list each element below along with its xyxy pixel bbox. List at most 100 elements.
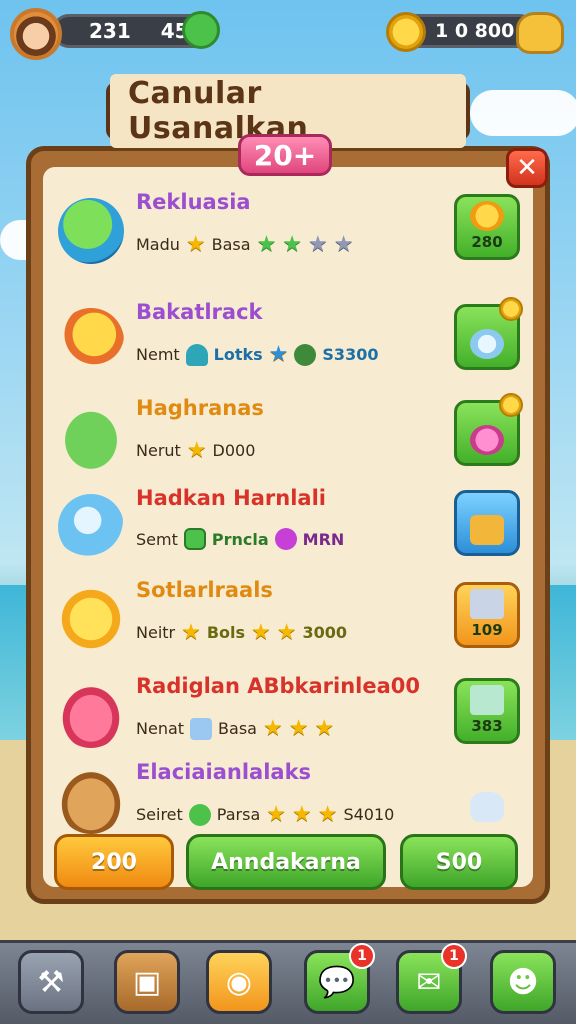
gem-icon (294, 343, 317, 366)
buy-button[interactable]: 383 (454, 678, 520, 744)
buy-button[interactable]: 109 (454, 582, 520, 648)
brush-button[interactable] (454, 764, 520, 830)
envelope-icon: ✉ (416, 964, 442, 1000)
mail-tool-button[interactable]: ✉ 1 (396, 943, 467, 1014)
item-name: Radiglan ABbkarinlea00 (136, 674, 421, 698)
detail-text: Bols (206, 623, 246, 642)
coin-badge-icon (499, 297, 523, 321)
detail-label: Nenat (136, 719, 185, 738)
detail-label: Nerut (136, 441, 181, 460)
item-detail: Nemt Lotks ★ S3300 (136, 342, 378, 367)
gem-icon (470, 685, 504, 715)
potion-icon (470, 425, 504, 455)
detail-value: D000 (212, 441, 256, 460)
frog-face-icon: ☻ (507, 964, 539, 1000)
star-icon: ★ (333, 232, 354, 257)
level-badge: 20+ (238, 134, 332, 176)
item-name: Hadkan Harnlali (136, 486, 326, 510)
star-icon: ★ (256, 232, 277, 257)
turtle-icon (58, 404, 124, 470)
price-button-label: 200 (91, 849, 137, 875)
star-icon: ★ (276, 620, 297, 645)
item-detail: Seiret Parsa ★ ★ ★ S4010 (136, 802, 394, 827)
top-hud: 231 45 1 0 800 (0, 8, 576, 60)
detail-value: MRN (302, 529, 345, 549)
bubble-icon (58, 494, 124, 560)
chat-tool-button[interactable]: 💬 1 (304, 943, 375, 1014)
detail-label: Seiret (136, 805, 183, 824)
close-button[interactable]: ✕ (506, 148, 548, 188)
item-detail: Madu ★ Basa ★ ★ ★ ★ (136, 232, 354, 257)
item-name: Elaciaianlalaks (136, 760, 312, 784)
star-icon: ★ (314, 716, 335, 741)
detail-value: S4010 (343, 805, 395, 824)
friends-tool-button[interactable]: ☻ (490, 950, 556, 1014)
shop-item[interactable]: Bakatlrack Nemt Lotks ★ S3300 (52, 297, 524, 390)
detail-text: Lotks (213, 345, 263, 364)
orb-icon (274, 528, 297, 550)
detail-label: Semt (136, 529, 178, 549)
star-icon: ★ (251, 620, 271, 645)
detail-text: Parsa (216, 805, 261, 824)
item-name: Haghranas (136, 396, 264, 420)
sun-icon (470, 201, 504, 231)
detail-label: Madu (136, 235, 180, 254)
player-avatar[interactable] (10, 8, 62, 60)
item-detail: Nerut ★ D000 (136, 438, 255, 463)
shop-item[interactable]: Radiglan ABbkarinlea00 Nenat Basa ★ ★ ★ … (52, 672, 524, 764)
confirm-button-label: Anndakarna (211, 849, 361, 875)
title-banner: Canular Usanalkan (106, 74, 470, 148)
item-detail: Semt Prncla MRN (136, 528, 344, 550)
confirm-button[interactable]: Anndakarna (186, 834, 386, 890)
action-value: 109 (471, 621, 503, 639)
shop-item[interactable]: Rekluasia Madu ★ Basa ★ ★ ★ ★ 280 (52, 188, 524, 280)
star-icon: ★ (186, 438, 207, 463)
buy-button[interactable] (454, 393, 523, 466)
shop-item[interactable]: Sotlarlraals Neitr ★ Bols ★ ★ 3000 109 (52, 576, 524, 668)
balloon-icon (58, 198, 124, 264)
shop-item[interactable]: Haghranas Nerut ★ D000 (52, 393, 524, 486)
star-icon: ★ (268, 342, 289, 367)
coin-icon (386, 12, 426, 52)
star-icon: ★ (288, 716, 309, 741)
price-button[interactable]: 200 (54, 834, 174, 890)
resource-value-1: 231 (89, 19, 131, 43)
map-tool-button[interactable]: ◉ (206, 950, 272, 1014)
star-icon: ★ (291, 802, 312, 827)
detail-value: S3300 (322, 345, 379, 364)
buy-button[interactable]: 280 (454, 194, 520, 260)
hammer-tool-button[interactable]: ⚒ (18, 950, 84, 1014)
buy-button[interactable] (454, 297, 523, 370)
cloud (470, 90, 576, 136)
buy-button[interactable] (454, 490, 520, 556)
pepper-icon (58, 682, 124, 748)
detail-text: Prncla (211, 529, 269, 549)
card-icon (470, 589, 504, 619)
hammer-icon: ⚒ (37, 964, 65, 1000)
star-icon: ★ (181, 620, 201, 645)
shop-item[interactable]: Hadkan Harnlali Semt Prncla MRN (52, 484, 524, 576)
coin-badge-icon (499, 393, 523, 417)
star-icon: ★ (282, 232, 303, 257)
chat-bubble-icon: 💬 (318, 964, 356, 1000)
chat-icon[interactable] (182, 11, 220, 49)
jar-icon (190, 717, 213, 740)
sun-icon (58, 586, 124, 652)
crate-icon: ▣ (132, 964, 162, 1000)
shop-bag-icon[interactable] (516, 12, 564, 54)
coins-button[interactable]: S00 (400, 834, 518, 890)
crate-tool-button[interactable]: ▣ (114, 950, 180, 1014)
duck-icon (58, 308, 124, 374)
detail-label: Nemt (136, 345, 180, 364)
map-pin-icon: ◉ (225, 964, 253, 1000)
leaf-icon (185, 343, 208, 366)
notification-badge: 1 (349, 943, 375, 969)
detail-value: 3000 (302, 623, 348, 642)
notification-badge: 1 (441, 943, 467, 969)
star-icon: ★ (262, 716, 283, 741)
item-name: Sotlarlraals (136, 578, 273, 602)
star-icon: ★ (185, 232, 206, 257)
frog-icon (188, 803, 211, 826)
detail-text: Basa (211, 235, 251, 254)
crate-icon (183, 528, 206, 550)
